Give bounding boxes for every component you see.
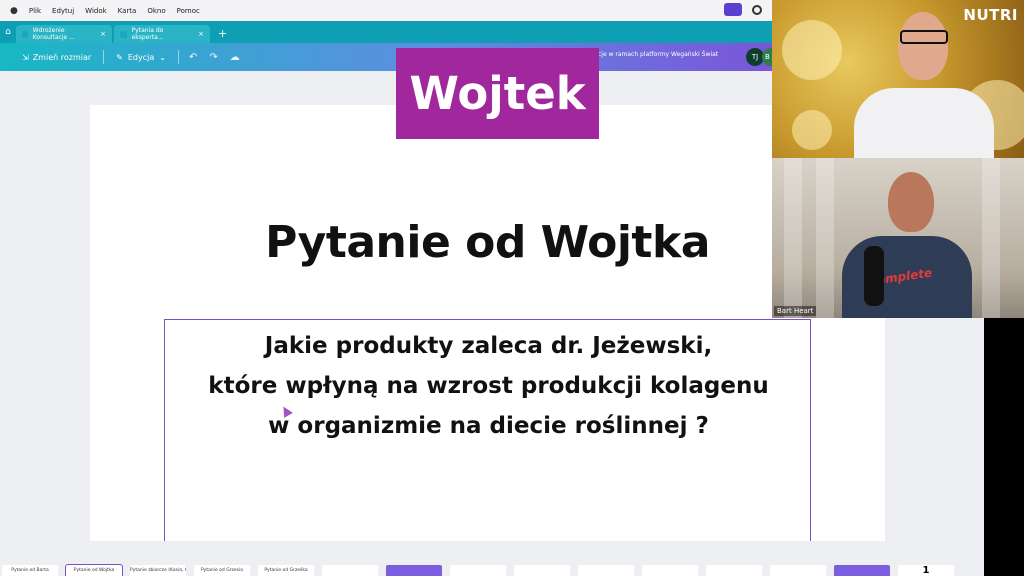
curtain [816,158,834,318]
thumbnail[interactable] [642,565,698,576]
page-thumbnails: Pytanie od Barta Pytanie od Wojtka Pytan… [0,541,1024,576]
menu-window[interactable]: Okno [147,7,165,15]
editor-toolbar: ⇲ Zmień rozmiar ✎ Edycja ⌄ ↶ ↷ ☁ cje w r… [0,43,776,71]
resize-button[interactable]: ⇲ Zmień rozmiar [0,53,99,62]
question-line: w organizmie na diecie roślinnej ? [268,413,709,439]
undo-icon[interactable]: ↶ [183,52,203,63]
speaker-name-banner: Wojtek [396,48,599,139]
question-line: Jakie produkty zaleca dr. Jeżewski, [264,333,713,359]
new-tab-icon[interactable]: + [212,27,233,43]
thumbnail[interactable] [578,565,634,576]
microphone-icon [864,246,884,306]
pencil-icon: ✎ [116,52,123,62]
resize-label: Zmień rozmiar [32,52,92,62]
host-head [898,12,948,80]
menu-edit[interactable]: Edytuj [52,7,74,15]
tab-pytania[interactable]: Pytania do eksperta... × [114,25,210,43]
thumbnail[interactable] [514,565,570,576]
menu-bar: ● Plik Edytuj Widok Karta Okno Pomoc [0,0,772,21]
host-torso [854,88,994,158]
thumbnail[interactable] [834,565,890,576]
curtain [784,158,802,318]
curtain [982,158,1000,318]
tab-bar: ⌂ Wdrożenie Konsultacje ... × Pytania do… [0,21,772,43]
thumbnail[interactable]: Pytanie od Barta [2,565,58,576]
thumbnail[interactable]: Pytanie od Grześka [258,565,314,576]
bokeh-light [782,20,842,80]
redo-icon[interactable]: ↷ [203,52,223,63]
edit-label: Edycja [127,52,155,62]
slide-page[interactable]: Pytanie od Wojtka Jakie produkty zaleca … [90,105,885,559]
home-icon[interactable]: ⌂ [0,21,16,43]
page-number[interactable]: 1 [898,565,954,576]
nutri-logo: NUTRI [963,6,1018,24]
canva-favicon-icon [22,30,28,38]
canva-favicon-icon [120,30,127,38]
participant-head [888,172,934,232]
menu-view[interactable]: Widok [85,7,107,15]
screen-share-icon[interactable] [724,3,742,16]
thumbnail-selected[interactable]: Pytanie od Wojtka [65,564,123,576]
thumbnail[interactable] [386,565,442,576]
slide-title[interactable]: Pytanie od Wojtka [90,217,885,268]
thumbnail[interactable] [450,565,506,576]
toolbar-divider [177,50,179,64]
thumbnail[interactable] [706,565,762,576]
menu-tab[interactable]: Karta [118,7,137,15]
thumbnail[interactable] [770,565,826,576]
menubar-status [724,3,762,16]
resize-icon: ⇲ [22,52,29,62]
tab-konsultacje[interactable]: Wdrożenie Konsultacje ... × [16,25,112,43]
close-icon[interactable]: × [198,30,204,38]
question-text: Jakie produkty zaleca dr. Jeżewski, któr… [165,326,812,446]
participant-name-label: Bart Heart [774,306,817,316]
thumbnail[interactable]: Pytanie od Grzesia [194,565,250,576]
menu-file[interactable]: Plik [29,7,41,15]
webcam-host: NUTRI [772,0,1024,158]
thumbnail[interactable] [322,565,378,576]
gear-icon[interactable] [752,4,762,15]
tab-label: Wdrożenie Konsultacje ... [32,27,75,41]
tab-label: Pytania do eksperta... [131,27,164,41]
bokeh-light [792,110,832,150]
apple-icon[interactable]: ● [10,6,18,16]
edit-dropdown[interactable]: ✎ Edycja ⌄ [108,53,174,62]
question-textbox[interactable]: Jakie produkty zaleca dr. Jeżewski, któr… [164,319,811,559]
chevron-down-icon: ⌄ [159,52,166,62]
webcam-participant: Complete Bart Heart [772,158,1024,318]
document-title[interactable]: cje w ramach platformy Wegański Świat [598,51,718,58]
black-area [984,318,1024,576]
screen: ● Plik Edytuj Widok Karta Okno Pomoc ⌂ W… [0,0,1024,576]
menu-help[interactable]: Pomoc [177,7,200,15]
glasses-icon [900,30,948,44]
toolbar-divider [103,50,105,64]
close-icon[interactable]: × [100,30,106,38]
question-line: które wpłyną na wzrost produkcji kolagen… [208,373,769,399]
cloud-save-icon[interactable]: ☁ [224,52,246,63]
thumbnail[interactable]: Pytanie zbiorcze (Kasia, Grzesiek, Stase… [130,565,186,576]
